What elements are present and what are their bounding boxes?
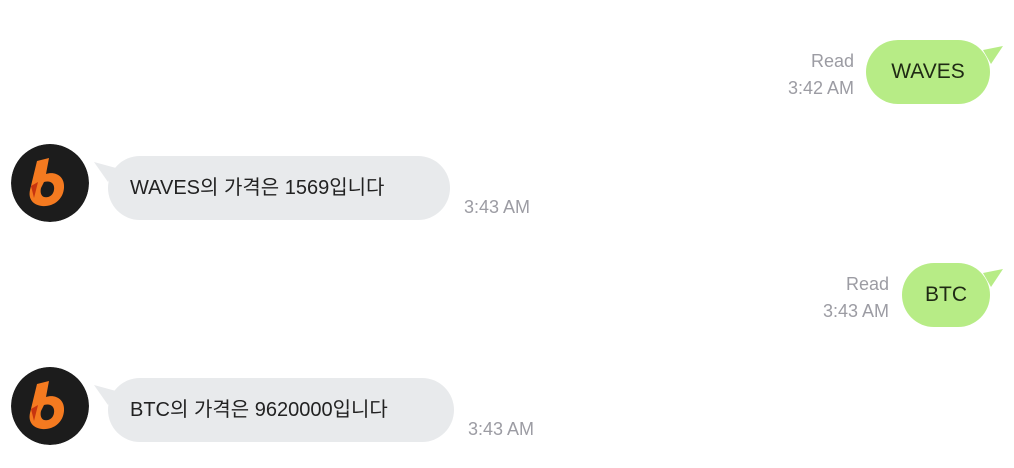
message-meta: Read 3:43 AM	[769, 271, 889, 325]
bot-avatar[interactable]	[11, 367, 89, 445]
message-time: 3:43 AM	[468, 419, 535, 439]
bubble-tail-icon	[983, 46, 1003, 64]
bithumb-logo-icon	[11, 367, 89, 445]
bot-avatar[interactable]	[11, 144, 89, 222]
incoming-message: BTC의 가격은 9620000입니다 3:43 AM	[0, 345, 1014, 468]
message-time: 3:42 AM	[787, 78, 854, 98]
incoming-message: WAVES의 가격은 1569입니다 3:43 AM	[0, 120, 1014, 240]
message-bubble[interactable]: BTC	[902, 263, 990, 327]
message-bubble[interactable]: WAVES	[866, 40, 990, 104]
message-meta: Read 3:42 AM	[734, 48, 854, 102]
chat-thread: Read 3:42 AM WAVES WAVES의 가격은 1569입니다 3:…	[0, 0, 1014, 468]
read-status: Read	[845, 274, 889, 294]
bubble-tail-icon	[983, 269, 1003, 287]
outgoing-message: Read 3:43 AM BTC	[0, 240, 1014, 350]
message-bubble[interactable]: WAVES의 가격은 1569입니다	[108, 156, 450, 220]
read-status: Read	[810, 51, 854, 71]
outgoing-message: Read 3:42 AM WAVES	[0, 0, 1014, 120]
bithumb-logo-icon	[11, 144, 89, 222]
message-time: 3:43 AM	[822, 301, 889, 321]
message-bubble[interactable]: BTC의 가격은 9620000입니다	[108, 378, 454, 442]
message-time: 3:43 AM	[464, 197, 531, 217]
